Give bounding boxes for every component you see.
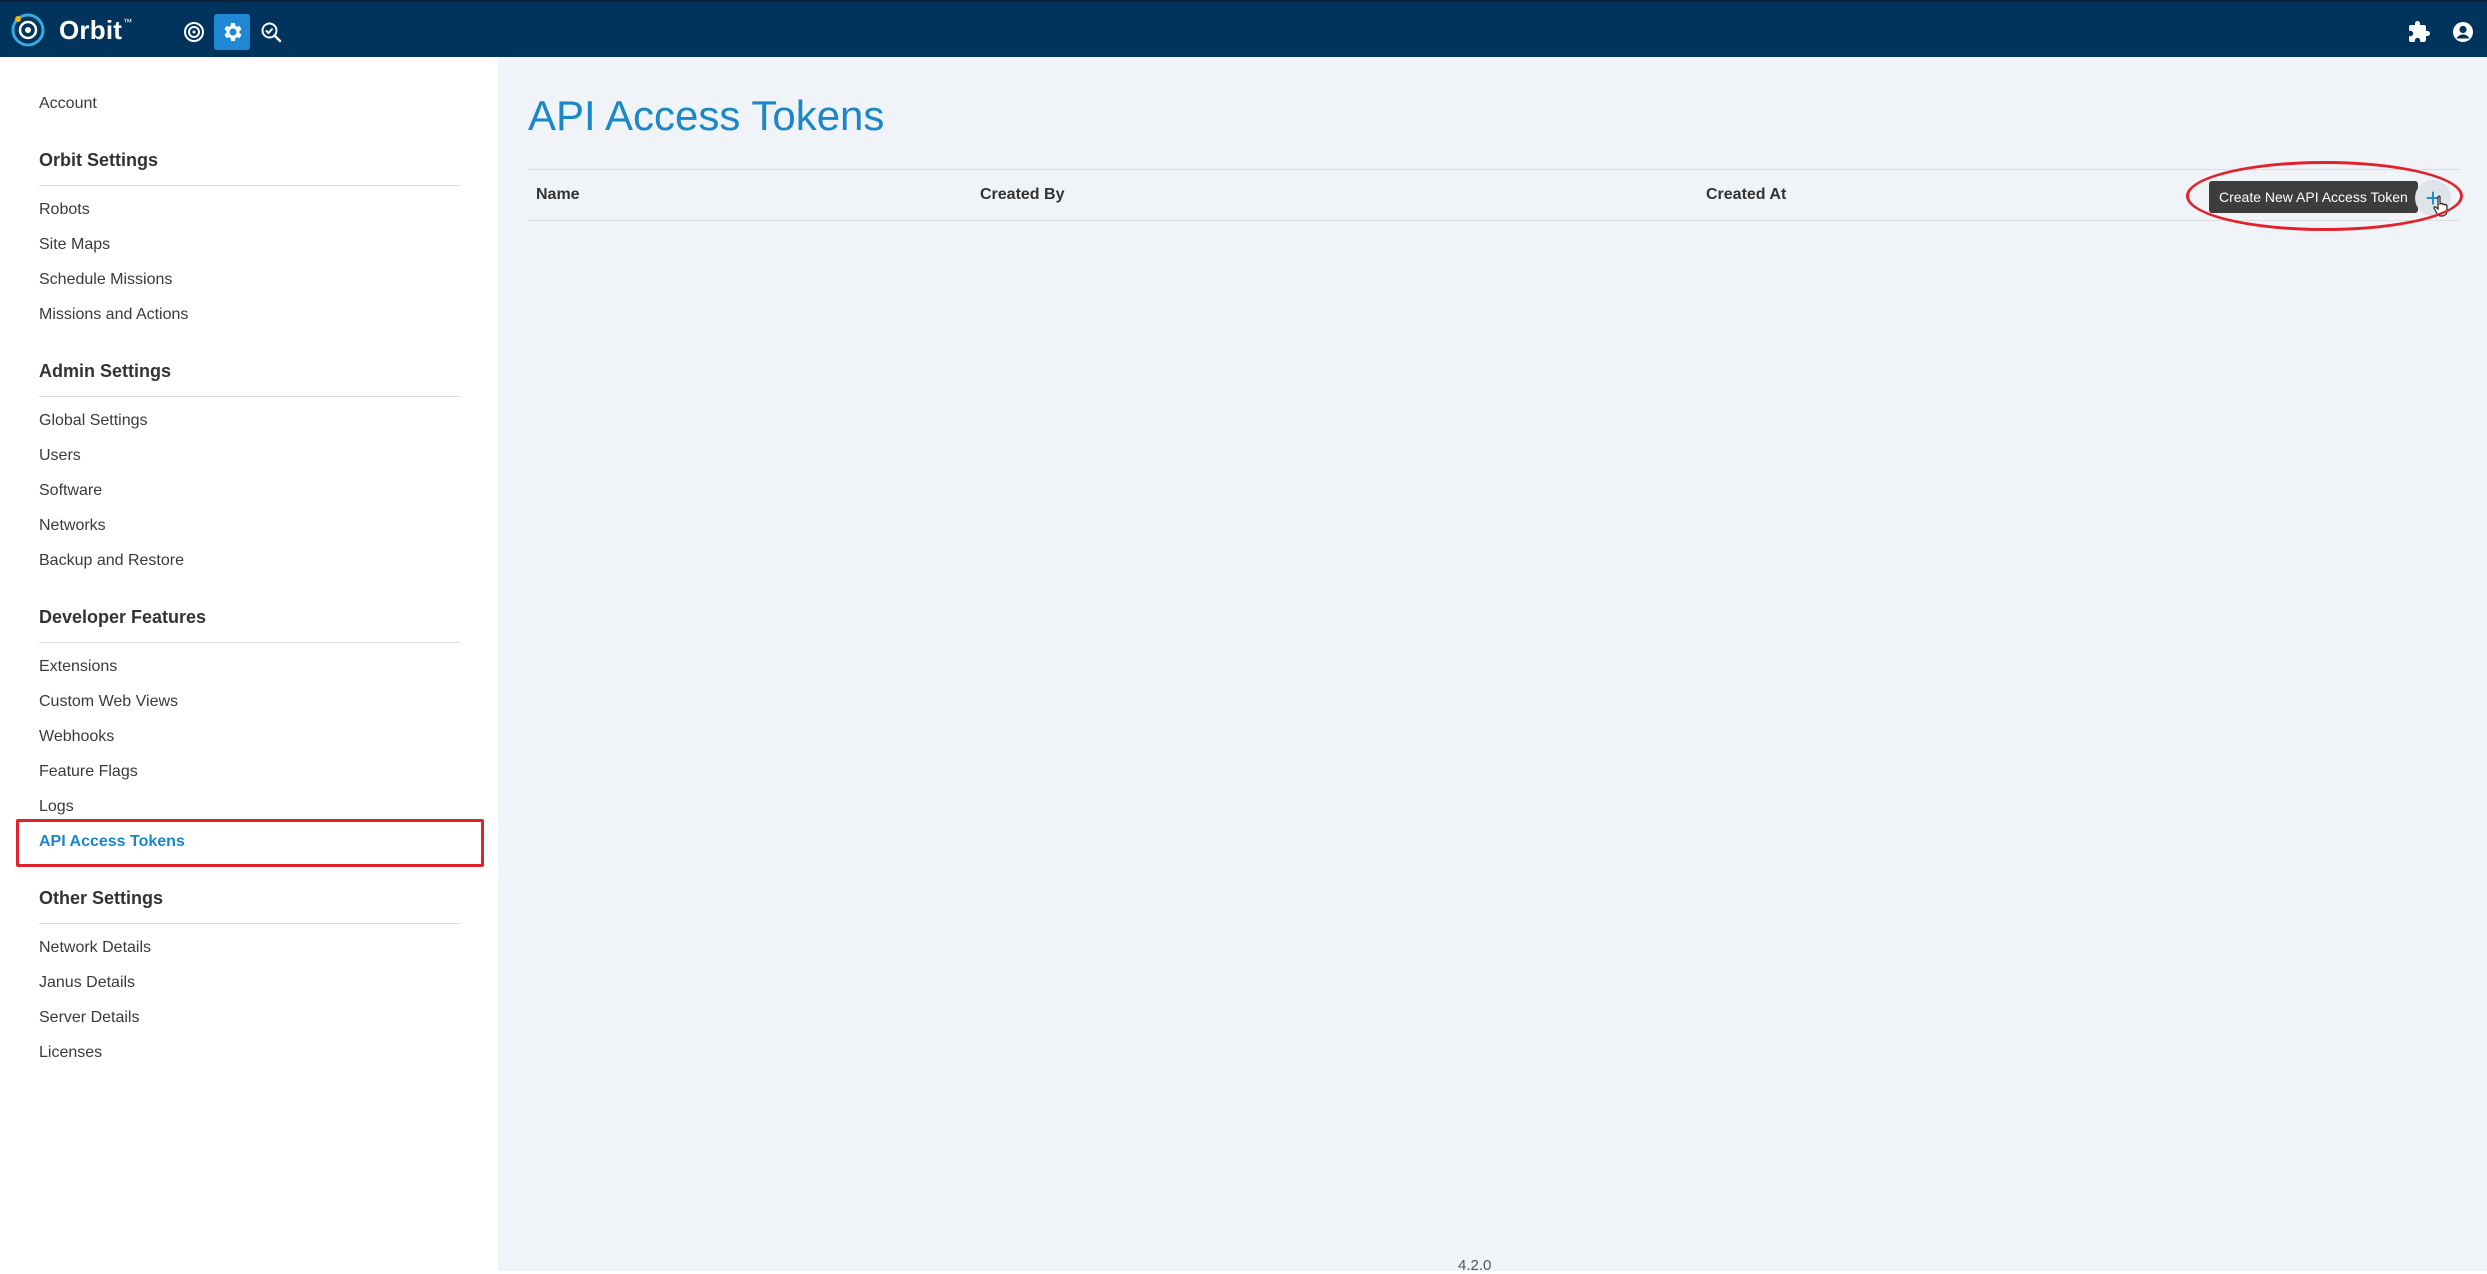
main-content: API Access Tokens Name Created By Create… bbox=[498, 57, 2487, 1274]
section-divider bbox=[39, 396, 460, 397]
gear-icon[interactable] bbox=[214, 14, 250, 50]
sidebar-item-missions-and-actions[interactable]: Missions and Actions bbox=[39, 306, 188, 324]
highlight-annotation-box bbox=[16, 819, 484, 867]
orbit-logo-icon[interactable] bbox=[10, 12, 46, 48]
sidebar-item-webhooks[interactable]: Webhooks bbox=[39, 728, 114, 746]
sidebar-item-licenses[interactable]: Licenses bbox=[39, 1044, 102, 1062]
sidebar-item-feature-flags[interactable]: Feature Flags bbox=[39, 763, 138, 781]
app-version: 4.2.0 bbox=[1458, 1257, 1492, 1274]
sidebar-item-server-details[interactable]: Server Details bbox=[39, 1009, 139, 1027]
circle-annotation bbox=[2186, 161, 2463, 231]
section-divider bbox=[39, 185, 460, 186]
puzzle-icon[interactable] bbox=[2401, 14, 2437, 50]
sidebar-item-global-settings[interactable]: Global Settings bbox=[39, 412, 148, 430]
section-divider bbox=[39, 642, 460, 643]
target-icon[interactable] bbox=[176, 14, 212, 50]
section-divider bbox=[39, 923, 460, 924]
page-title: API Access Tokens bbox=[528, 92, 885, 139]
settings-sidebar: Account Orbit Settings Robots Site Maps … bbox=[0, 57, 498, 1271]
brand-name: Orbit bbox=[59, 15, 123, 45]
section-heading-admin-settings: Admin Settings bbox=[39, 361, 172, 381]
account-icon[interactable] bbox=[2445, 14, 2481, 50]
sidebar-item-users[interactable]: Users bbox=[39, 447, 81, 465]
sidebar-item-schedule-missions[interactable]: Schedule Missions bbox=[39, 271, 172, 289]
section-heading-orbit-settings: Orbit Settings bbox=[39, 150, 159, 170]
section-heading-developer-features: Developer Features bbox=[39, 607, 207, 627]
top-bar: Orbit™ bbox=[0, 0, 2487, 57]
sidebar-item-robots[interactable]: Robots bbox=[39, 201, 90, 219]
sidebar-item-account[interactable]: Account bbox=[39, 95, 97, 113]
column-header-created-at[interactable]: Created At bbox=[1706, 186, 1786, 204]
sidebar-item-custom-web-views[interactable]: Custom Web Views bbox=[39, 693, 178, 711]
sidebar-item-site-maps[interactable]: Site Maps bbox=[39, 236, 110, 254]
app-brand[interactable]: Orbit™ bbox=[59, 15, 133, 46]
sidebar-item-logs[interactable]: Logs bbox=[39, 798, 74, 816]
sidebar-item-software[interactable]: Software bbox=[39, 482, 102, 500]
column-header-created-by[interactable]: Created By bbox=[980, 186, 1064, 204]
tokens-table-header: Name Created By Created At bbox=[528, 169, 2460, 221]
trademark: ™ bbox=[123, 17, 133, 27]
section-heading-other-settings: Other Settings bbox=[39, 888, 164, 908]
sidebar-item-networks[interactable]: Networks bbox=[39, 517, 106, 535]
sidebar-item-network-details[interactable]: Network Details bbox=[39, 939, 151, 957]
column-header-name[interactable]: Name bbox=[536, 186, 580, 204]
sidebar-item-backup-and-restore[interactable]: Backup and Restore bbox=[39, 552, 184, 570]
search-check-icon[interactable] bbox=[253, 14, 289, 50]
sidebar-item-janus-details[interactable]: Janus Details bbox=[39, 974, 135, 992]
sidebar-item-extensions[interactable]: Extensions bbox=[39, 658, 117, 676]
